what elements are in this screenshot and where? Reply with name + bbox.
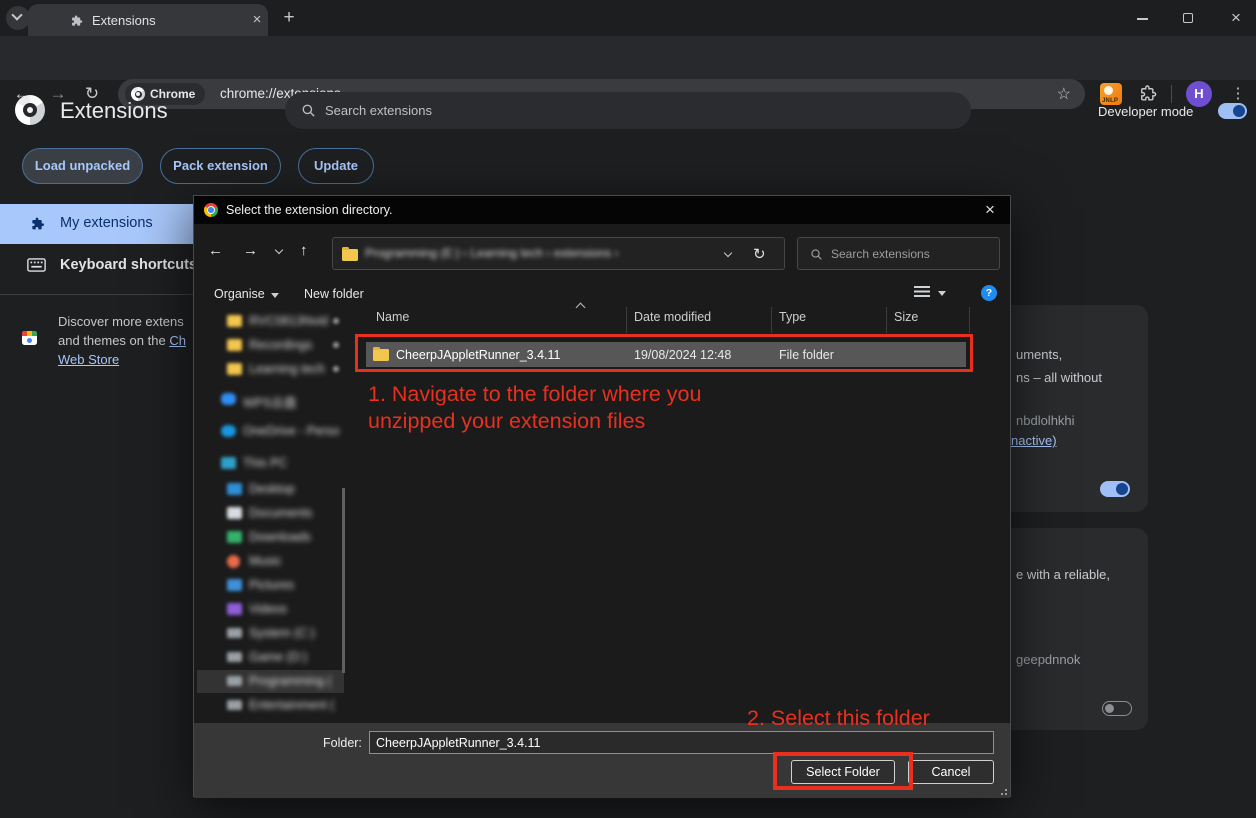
developer-mode-toggle[interactable] [1218, 103, 1247, 119]
discover-text: Discover more extens and themes on the C… [58, 312, 208, 369]
extensions-page-logo [15, 95, 45, 125]
browser-window: Extensions × + × ← → ↻ Chrome chrome://e… [0, 0, 1256, 818]
view-dropdown-chevron-icon[interactable] [938, 291, 946, 296]
tab-title: Extensions [92, 13, 156, 28]
address-dropdown-chevron-icon[interactable] [724, 249, 732, 257]
dialog-up-button[interactable]: ↑ [300, 242, 308, 259]
dialog-titlebar[interactable]: Select the extension directory. × [194, 196, 1010, 224]
annotation-step2: 2. Select this folder [747, 705, 930, 732]
column-header-date[interactable]: Date modified [634, 310, 711, 324]
maximize-button[interactable] [1178, 8, 1200, 28]
puzzle-icon [70, 14, 84, 28]
sidebar-item-label: My extensions [60, 215, 153, 231]
discover-line2: and themes on the [58, 333, 169, 348]
tab-strip: Extensions × + × [0, 0, 1256, 36]
dialog-history-chevron-icon[interactable] [275, 246, 283, 254]
dialog-close-icon[interactable]: × [980, 200, 1000, 220]
update-button[interactable]: Update [298, 148, 374, 184]
card-text-fragment: e with a reliable, [1016, 567, 1110, 582]
dialog-title: Select the extension directory. [226, 203, 393, 217]
chrome-logo-icon [204, 203, 218, 217]
cancel-button[interactable]: Cancel [908, 760, 994, 784]
card-text-fragment: uments, [1016, 347, 1062, 362]
extension-toggle[interactable] [1100, 481, 1130, 497]
bookmark-star-icon[interactable]: ☆ [1057, 84, 1071, 104]
resize-grip[interactable] [999, 787, 1007, 795]
annotation-step1: 1. Navigate to the folder where you unzi… [368, 381, 701, 435]
card-inactive-link[interactable]: nactive) [1011, 433, 1057, 448]
sort-ascending-icon [576, 303, 586, 313]
help-icon[interactable]: ? [981, 285, 997, 301]
search-placeholder: Search extensions [325, 103, 432, 118]
extensions-puzzle-icon[interactable] [1139, 84, 1158, 103]
organise-menu[interactable]: Organise [214, 287, 279, 301]
view-list-icon[interactable] [914, 286, 930, 299]
sidebar-item-label: Keyboard shortcuts [60, 257, 197, 273]
tab-extensions[interactable]: Extensions × [28, 4, 268, 36]
column-header-name[interactable]: Name [376, 310, 409, 324]
browser-menu-icon[interactable]: ⋮ [1228, 83, 1248, 105]
annotation-box-file-row [355, 334, 973, 372]
breadcrumb-path: Programming (E:) › Learning tech › exten… [365, 246, 618, 260]
keyboard-icon [27, 258, 46, 272]
chrome-web-store-link[interactable]: Ch [169, 333, 186, 348]
folder-name-input[interactable] [369, 731, 994, 754]
card-extension-id: nbdlolhkhi [1016, 413, 1075, 428]
column-header-type[interactable]: Type [779, 310, 806, 324]
chevron-down-icon [11, 9, 22, 20]
search-icon [810, 248, 823, 261]
folder-icon [342, 249, 358, 261]
extension-toggle[interactable] [1102, 701, 1132, 716]
page-title: Extensions [60, 98, 168, 124]
annotation-box-select-button [773, 752, 913, 790]
load-unpacked-button[interactable]: Load unpacked [22, 148, 143, 184]
pack-extension-button[interactable]: Pack extension [160, 148, 281, 184]
web-store-link[interactable]: Web Store [58, 352, 119, 367]
folder-label: Folder: [323, 736, 362, 750]
dialog-back-button[interactable]: ← [208, 242, 223, 259]
toolbar-divider [1171, 85, 1172, 103]
card-text-fragment: ns – all without [1016, 370, 1102, 385]
tab-search-button[interactable] [6, 6, 30, 30]
chevron-down-icon [271, 293, 279, 298]
jnlp-extension-icon[interactable]: JNLP [1100, 83, 1122, 105]
dialog-refresh-icon[interactable]: ↻ [753, 245, 766, 263]
dialog-forward-button[interactable]: → [243, 242, 258, 259]
column-header-size[interactable]: Size [894, 310, 918, 324]
browser-toolbar: ← → ↻ Chrome chrome://extensions ☆ JNLP … [0, 36, 1256, 80]
minimize-button[interactable] [1132, 8, 1154, 28]
card-extension-id: geepdnnok [1016, 652, 1080, 667]
tree-scrollbar[interactable] [342, 488, 345, 673]
puzzle-icon [30, 216, 46, 232]
dialog-search-box[interactable]: Search extensions [797, 237, 1000, 270]
chrome-web-store-icon [22, 331, 37, 345]
new-tab-button[interactable]: + [278, 8, 300, 30]
search-icon [301, 103, 316, 118]
discover-line1: Discover more extens [58, 314, 184, 329]
dialog-address-bar[interactable]: Programming (E:) › Learning tech › exten… [332, 237, 785, 270]
extensions-search-bar[interactable]: Search extensions [285, 92, 971, 129]
developer-mode-label: Developer mode [1098, 104, 1193, 119]
dialog-search-placeholder: Search extensions [831, 247, 930, 261]
tab-close-icon[interactable]: × [248, 11, 266, 29]
new-folder-button[interactable]: New folder [304, 287, 364, 301]
window-close-button[interactable]: × [1225, 8, 1247, 28]
